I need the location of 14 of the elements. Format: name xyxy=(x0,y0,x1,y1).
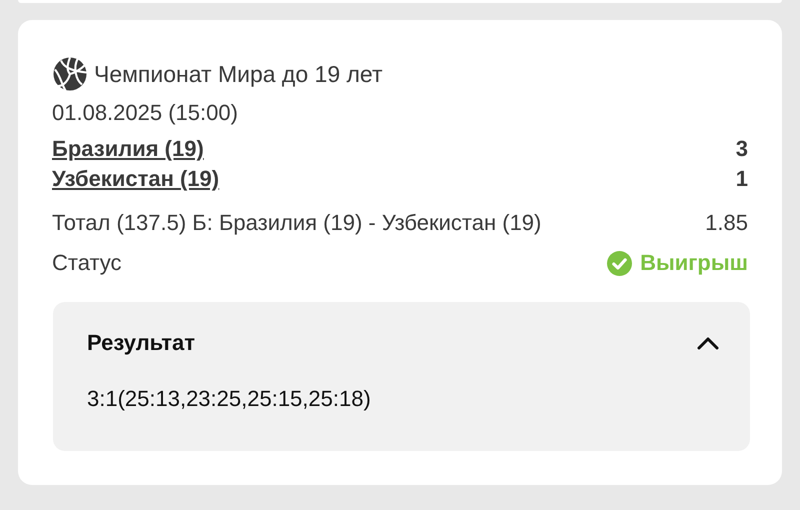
result-title: Результат xyxy=(87,330,196,356)
chevron-icon[interactable] xyxy=(696,336,720,350)
status-value: Выигрыш xyxy=(640,249,748,277)
bet-odds: 1.85 xyxy=(705,209,748,237)
bet-description: Тотал (137.5) Б: Бразилия (19) - Узбекистан (19) xyxy=(52,209,542,237)
tournament-name: Чемпионат Мира до 19 лет xyxy=(94,60,382,88)
team-link[interactable]: Узбекистан (19) xyxy=(52,164,220,194)
team-score: 1 xyxy=(736,165,748,193)
result-score: 3:1(25:13,23:25,25:15,25:18) xyxy=(87,386,372,412)
team-score: 3 xyxy=(736,135,748,163)
match-datetime: 01.08.2025 (15:00) xyxy=(52,99,239,127)
status-label: Статус xyxy=(52,249,122,277)
volleyball-icon xyxy=(52,56,88,92)
team-link[interactable]: Бразилия (19) xyxy=(52,134,204,164)
